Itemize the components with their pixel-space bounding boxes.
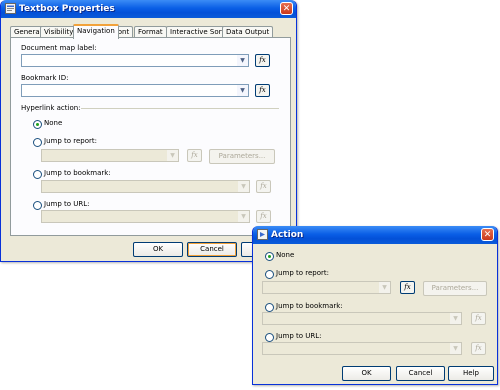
navigation-panel: Document map label: ▼ fx Bookmark ID: ▼ …	[10, 37, 291, 236]
radio-jump-to-report[interactable]	[265, 270, 274, 279]
radio-none[interactable]	[33, 120, 42, 129]
chevron-down-icon[interactable]: ▼	[237, 85, 248, 96]
document-map-label: Document map label:	[21, 44, 97, 52]
radio-jump-to-url-label: Jump to URL:	[276, 332, 322, 340]
cancel-button[interactable]: Cancel	[187, 242, 237, 257]
document-map-fx-button[interactable]: fx	[255, 54, 270, 67]
radio-jump-to-bookmark-label: Jump to bookmark:	[44, 169, 111, 177]
ok-button[interactable]: OK	[133, 242, 183, 257]
bookmark-dropdown[interactable]: ▼	[41, 180, 250, 193]
bookmark-fx-button[interactable]: fx	[471, 312, 486, 325]
radio-none-label: None	[276, 251, 295, 259]
bookmark-id-label: Bookmark ID:	[21, 74, 69, 82]
action-dialog-title: Action	[271, 230, 304, 240]
radio-jump-to-url[interactable]	[33, 201, 42, 210]
url-fx-button[interactable]: fx	[471, 342, 486, 355]
textbox-properties-dialog: Textbox Properties ✕ General Visibility …	[0, 0, 297, 262]
help-button[interactable]: Help	[448, 366, 494, 381]
url-dropdown[interactable]: ▼	[41, 210, 250, 223]
parameters-button[interactable]: Parameters...	[423, 281, 487, 296]
chevron-down-icon[interactable]: ▼	[237, 55, 248, 66]
tab-navigation[interactable]: Navigation	[73, 24, 119, 39]
document-map-dropdown[interactable]: ▼	[21, 54, 249, 67]
url-fx-button[interactable]: fx	[256, 210, 271, 223]
radio-jump-to-report-label: Jump to report:	[276, 269, 329, 277]
report-dropdown[interactable]: ▼	[41, 149, 179, 162]
chevron-down-icon[interactable]: ▼	[450, 313, 461, 324]
radio-none[interactable]	[265, 252, 274, 261]
radio-jump-to-url[interactable]	[265, 333, 274, 342]
bookmark-dropdown[interactable]: ▼	[262, 312, 462, 325]
textbox-dialog-titlebar[interactable]: Textbox Properties ✕	[1, 0, 296, 18]
chevron-down-icon[interactable]: ▼	[238, 181, 249, 192]
hyperlink-action-label: Hyperlink action:	[21, 104, 81, 112]
chevron-down-icon[interactable]: ▼	[238, 211, 249, 222]
report-dropdown[interactable]: ▼	[262, 281, 391, 294]
ok-button[interactable]: OK	[342, 366, 391, 381]
action-icon	[257, 229, 268, 240]
chevron-down-icon[interactable]: ▼	[167, 150, 178, 161]
radio-jump-to-url-label: Jump to URL:	[44, 200, 90, 208]
parameters-button[interactable]: Parameters...	[209, 149, 275, 164]
report-fx-button[interactable]: fx	[187, 149, 202, 162]
radio-jump-to-bookmark-label: Jump to bookmark:	[276, 302, 343, 310]
action-dialog-titlebar[interactable]: Action ✕	[253, 226, 497, 244]
chevron-down-icon[interactable]: ▼	[450, 343, 461, 354]
bookmark-id-dropdown[interactable]: ▼	[21, 84, 249, 97]
radio-none-label: None	[44, 119, 63, 127]
radio-jump-to-bookmark[interactable]	[265, 303, 274, 312]
close-icon[interactable]: ✕	[481, 228, 494, 241]
report-fx-button[interactable]: fx	[400, 281, 415, 294]
bookmark-id-fx-button[interactable]: fx	[255, 84, 270, 97]
properties-icon	[5, 3, 16, 14]
cancel-button[interactable]: Cancel	[396, 366, 445, 381]
bookmark-fx-button[interactable]: fx	[256, 180, 271, 193]
hyperlink-separator	[81, 108, 279, 109]
textbox-dialog-title: Textbox Properties	[19, 4, 115, 14]
close-icon[interactable]: ✕	[280, 2, 293, 15]
radio-jump-to-report-label: Jump to report:	[44, 137, 97, 145]
radio-jump-to-report[interactable]	[33, 138, 42, 147]
url-dropdown[interactable]: ▼	[262, 342, 462, 355]
action-dialog: Action ✕ None Jump to report: ▼ fx Param…	[252, 226, 498, 385]
radio-jump-to-bookmark[interactable]	[33, 170, 42, 179]
chevron-down-icon[interactable]: ▼	[379, 282, 390, 293]
